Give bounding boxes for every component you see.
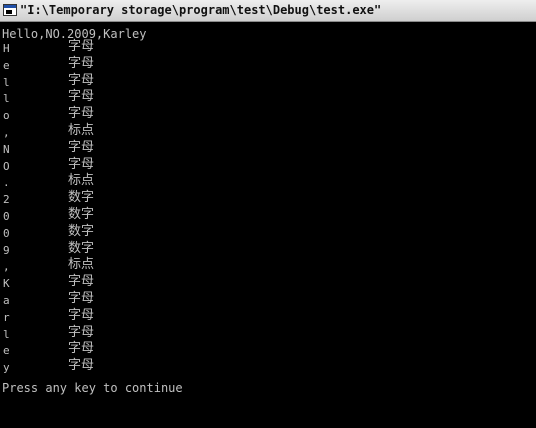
console-row: l 字母 (0, 89, 536, 106)
window-title: "I:\Temporary storage\program\test\Debug… (20, 3, 382, 17)
console-row: a 字母 (0, 291, 536, 308)
row-char: , (3, 126, 10, 139)
console-row: 9 数字 (0, 240, 536, 258)
row-category: 字母 (68, 72, 95, 88)
row-category: 字母 (68, 55, 95, 71)
row-char: 0 (3, 226, 10, 240)
row-char: e (3, 58, 10, 72)
row-category: 数字 (68, 190, 95, 206)
console-row: o 字母 (0, 106, 536, 123)
row-category: 字母 (68, 324, 95, 340)
row-category: 标点 (68, 257, 95, 273)
row-category: 字母 (68, 139, 95, 155)
console-row: 2 数字 (0, 190, 536, 207)
console-row: N 字母 (0, 139, 536, 157)
console-row: O 字母 (0, 156, 536, 174)
row-category: 数字 (68, 240, 95, 256)
row-char: . (3, 176, 10, 190)
console-row: , 标点 (0, 257, 536, 274)
row-char: K (3, 277, 10, 291)
row-char: 9 (3, 243, 10, 257)
row-char: , (3, 260, 10, 274)
row-char: O (3, 159, 10, 173)
console-footer-line: Press any key to continue (2, 381, 183, 395)
row-category: 字母 (68, 274, 95, 290)
console-row: e 字母 (0, 55, 536, 73)
row-char: l (3, 327, 10, 341)
row-category: 数字 (68, 223, 95, 239)
row-category: 字母 (68, 39, 95, 54)
row-category: 字母 (68, 291, 95, 306)
row-category: 数字 (68, 207, 95, 222)
row-char: r (3, 310, 10, 324)
console-row: , 标点 (0, 123, 536, 140)
row-char: H (3, 42, 10, 55)
row-char: y (3, 361, 10, 375)
console-app-icon[interactable] (3, 4, 17, 16)
console-row: 0 数字 (0, 207, 536, 224)
console-row: 0 数字 (0, 223, 536, 241)
row-char: 0 (3, 210, 10, 223)
console-output[interactable]: Hello,NO.2009,Karley H 字母 e 字母 l 字母 l 字母 o 字母, 标点 N… (0, 22, 536, 428)
console-row: K 字母 (0, 274, 536, 291)
console-window: "I:\Temporary storage\program\test\Debug… (0, 0, 536, 428)
row-char: e (3, 344, 10, 358)
row-category: 标点 (68, 123, 95, 138)
row-category: 字母 (68, 307, 95, 323)
row-char: l (3, 92, 10, 106)
console-row: H 字母 (0, 39, 536, 56)
row-char: a (3, 294, 10, 307)
title-bar[interactable]: "I:\Temporary storage\program\test\Debug… (0, 0, 536, 22)
row-char: 2 (3, 193, 10, 207)
row-char: o (3, 109, 10, 123)
row-char: l (3, 75, 10, 89)
console-row: e 字母 (0, 341, 536, 358)
console-row: y 字母 (0, 358, 536, 375)
row-category: 字母 (68, 358, 95, 374)
row-category: 字母 (68, 89, 95, 105)
console-row: r 字母 (0, 307, 536, 325)
console-row: l 字母 (0, 324, 536, 342)
console-row: l 字母 (0, 72, 536, 90)
row-category: 标点 (68, 173, 95, 189)
row-category: 字母 (68, 156, 95, 172)
console-row: . 标点 (0, 173, 536, 190)
row-char: N (3, 142, 10, 156)
row-category: 字母 (68, 341, 95, 357)
row-category: 字母 (68, 106, 95, 122)
